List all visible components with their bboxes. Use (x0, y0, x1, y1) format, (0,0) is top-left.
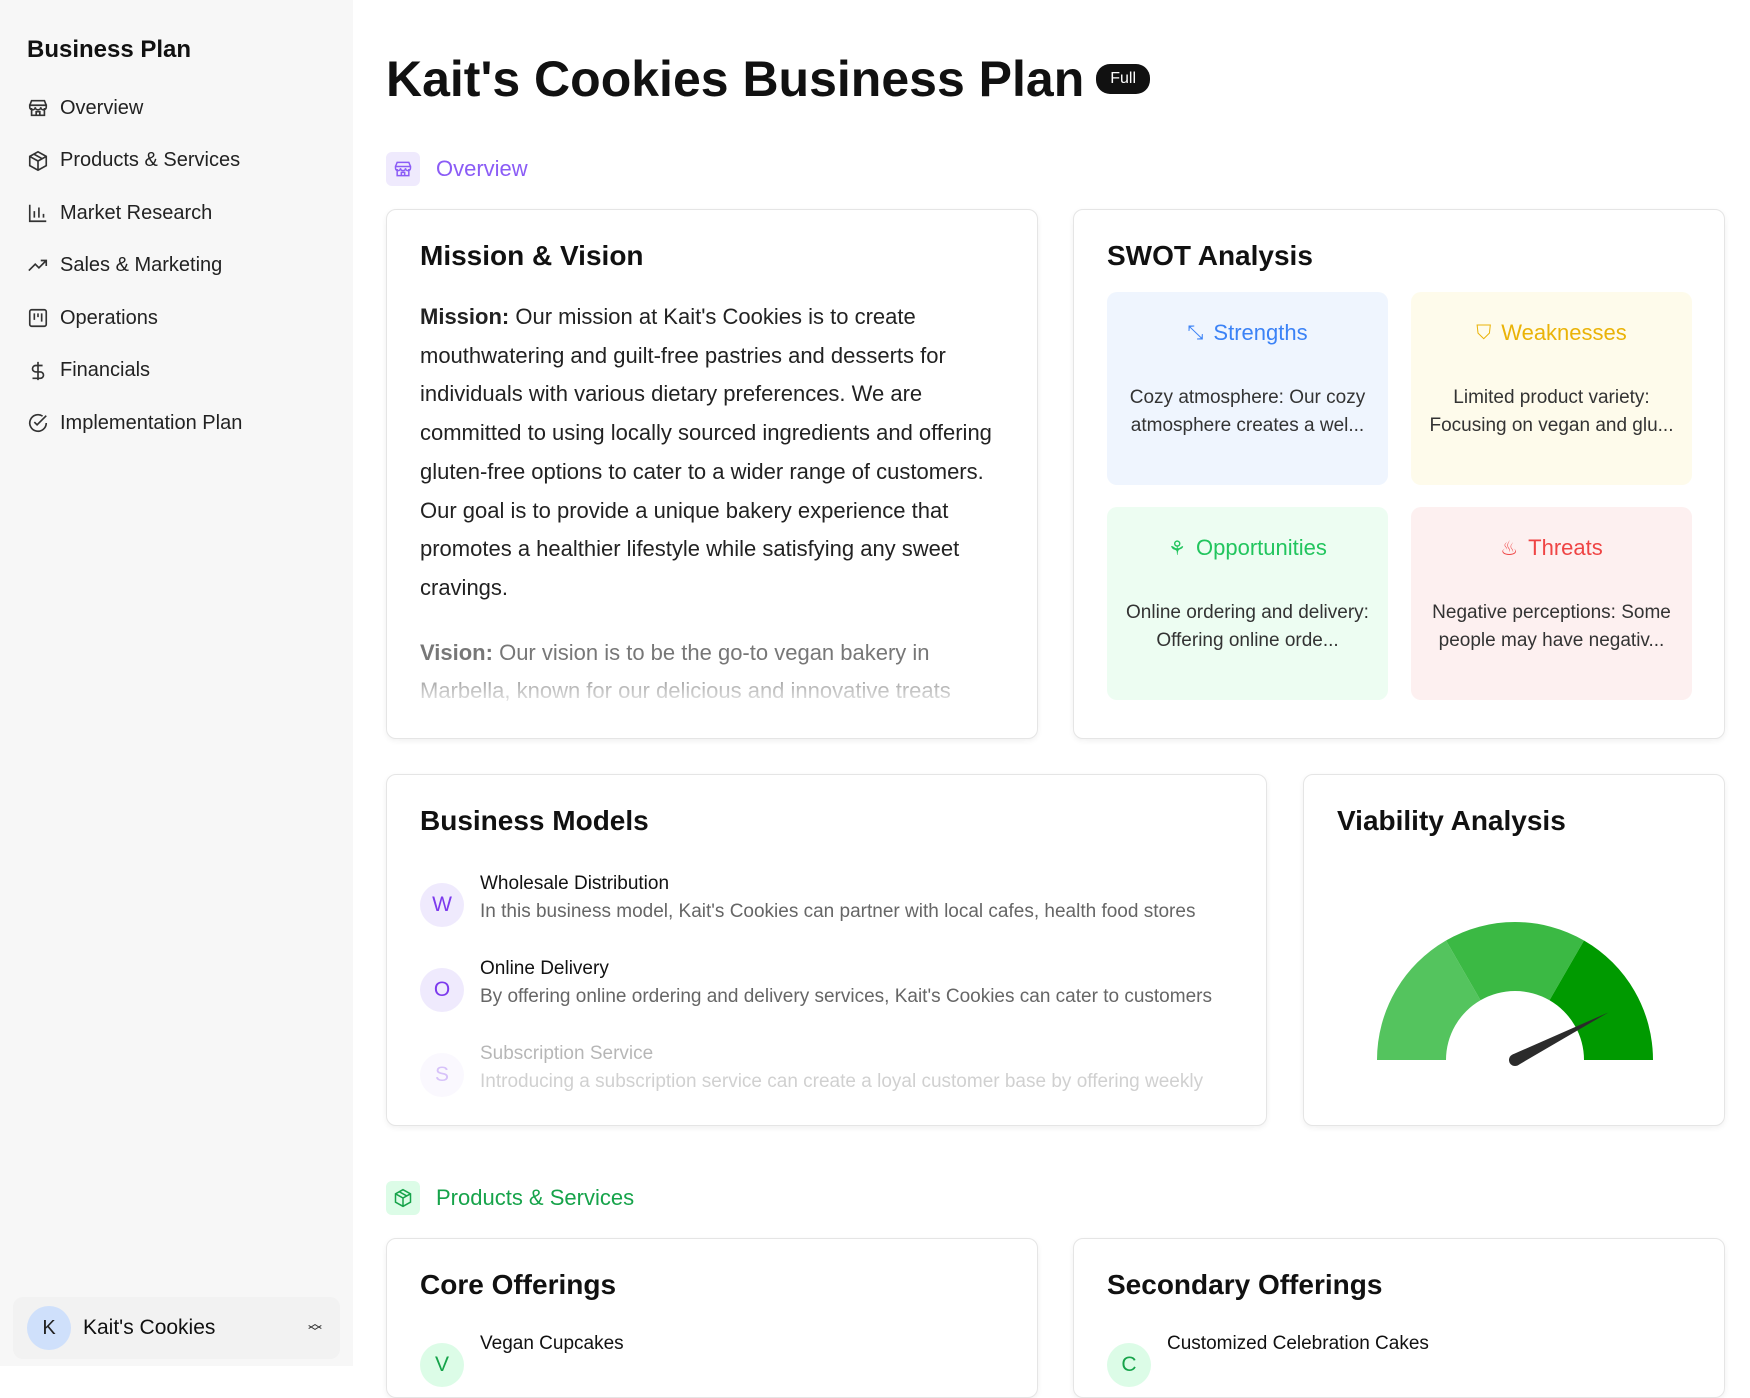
viability-card: Viability Analysis (1303, 774, 1725, 1126)
initial-avatar: W (420, 883, 464, 927)
swot-weaknesses[interactable]: ⛉ Weaknesses Limited product variety: Foc… (1411, 292, 1692, 485)
sidebar-item-label: Products & Services (60, 149, 241, 172)
swot-threats[interactable]: ♨ Threats Negative perceptions: Some peop… (1411, 507, 1692, 700)
vision-label: Vision: (420, 639, 493, 665)
section-title: Products & Services (436, 1185, 635, 1210)
item-name: Subscription Service (480, 1043, 654, 1064)
sidebar-item-overview[interactable]: Overview (27, 82, 242, 135)
sidebar-item-label: Implementation Plan (60, 411, 243, 434)
section-overview: Overview (386, 152, 528, 186)
secondary-offerings-card: Secondary Offerings C Customized Celebrat… (1073, 1238, 1725, 1398)
item-name: Customized Celebration Cakes (1167, 1333, 1429, 1354)
sidebar-item-operations[interactable]: Operations (27, 292, 242, 345)
sidebar: Business Plan Overview Products & Servic… (0, 0, 353, 1366)
swot-label: Threats (1528, 535, 1603, 560)
sidebar-nav: Overview Products & Services Market Rese… (27, 82, 242, 450)
list-item[interactable]: C Customized Celebration Cakes (1107, 1333, 1724, 1387)
gauge-needle-hub (1509, 1054, 1521, 1066)
sidebar-item-market-research[interactable]: Market Research (27, 187, 242, 240)
initial-avatar: O (420, 968, 464, 1012)
sidebar-item-label: Financials (60, 359, 151, 382)
swot-label: Strengths (1213, 320, 1308, 345)
page-title-text: Kait's Cookies Business Plan (386, 51, 1085, 107)
sidebar-item-label: Sales & Marketing (60, 254, 223, 277)
swot-label: Opportunities (1196, 535, 1327, 560)
shield-off-icon: ⛉ (1476, 321, 1492, 344)
package-icon (386, 1181, 420, 1215)
sidebar-item-sales[interactable]: Sales & Marketing (27, 240, 242, 293)
plan-badge: Full (1096, 64, 1151, 94)
swot-label: Weaknesses (1501, 320, 1627, 345)
card-title: Viability Analysis (1337, 805, 1566, 836)
bar-chart-icon (28, 205, 47, 223)
check-circle-icon (28, 414, 48, 433)
swot-text: Cozy atmosphere: Our cozy atmosphere cre… (1129, 387, 1366, 436)
dumbbell-icon: ⤡ (1187, 321, 1204, 344)
card-title: Secondary Offerings (1107, 1269, 1383, 1300)
kanban-icon (28, 309, 48, 328)
list-item[interactable]: O Online Delivery By offering online order… (420, 958, 1230, 1012)
initial-avatar: C (1107, 1343, 1151, 1387)
card-title: SWOT Analysis (1107, 240, 1313, 271)
item-desc: By offering online ordering and delivery… (480, 986, 1212, 1007)
card-title: Mission & Vision (420, 240, 644, 271)
swot-strengths[interactable]: ⤡ Strengths Cozy atmosphere: Our cozy atm… (1107, 292, 1388, 485)
dollar-icon (31, 361, 45, 380)
sidebar-item-label: Market Research (60, 201, 213, 224)
mission-body: Our mission at Kait's Cookies is to crea… (420, 304, 992, 600)
initial-avatar: V (420, 1343, 464, 1387)
sprout-icon: ⚘ (1168, 537, 1187, 560)
avatar: K (27, 1306, 71, 1350)
sidebar-title: Business Plan (27, 36, 192, 63)
item-name: Vegan Cupcakes (480, 1333, 624, 1354)
swot-text: Online ordering and delivery: Offering o… (1126, 602, 1369, 651)
viability-gauge (1377, 922, 1653, 1066)
flame-icon: ♨ (1500, 537, 1519, 560)
initial-avatar: S (420, 1053, 464, 1097)
mission-vision-card: Mission & Vision Mission: Our mission at… (386, 209, 1038, 739)
item-desc: In this business model, Kait's Cookies c… (480, 901, 1196, 922)
list-item[interactable]: W Wholesale Distribution In this business … (420, 873, 1230, 927)
item-desc: Introducing a subscription service can c… (480, 1071, 1204, 1092)
item-name: Online Delivery (480, 958, 609, 979)
swot-text: Negative perceptions: Some people may ha… (1432, 602, 1671, 651)
item-name: Wholesale Distribution (480, 873, 670, 894)
trending-up-icon (28, 259, 48, 271)
section-products: Products & Services (386, 1181, 634, 1215)
vision-body: Our vision is to be the go-to vegan bake… (420, 639, 951, 704)
sidebar-item-label: Operations (60, 306, 158, 329)
store-icon (28, 100, 48, 117)
section-title: Overview (436, 156, 528, 181)
sidebar-item-implementation[interactable]: Implementation Plan (27, 397, 242, 450)
list-item[interactable]: V Vegan Cupcakes (420, 1333, 1037, 1387)
page-title: Kait's Cookies Business Plan Full (386, 50, 1151, 108)
mission-text: Mission: Our mission at Kait's Cookies i… (420, 298, 1010, 711)
core-offerings-card: Core Offerings V Vegan Cupcakes (386, 1238, 1038, 1398)
swot-opportunities[interactable]: ⚘ Opportunities Online ordering and deliv… (1107, 507, 1388, 700)
account-switcher[interactable]: K Kait's Cookies ︿ ﹀ (13, 1297, 340, 1359)
package-icon (28, 150, 48, 171)
swot-card: SWOT Analysis ⤡ Strengths Cozy atmosphere… (1073, 209, 1725, 739)
card-title: Core Offerings (420, 1269, 617, 1300)
card-title: Business Models (420, 805, 649, 836)
sidebar-item-financials[interactable]: Financials (27, 345, 242, 398)
account-name: Kait's Cookies (83, 1316, 216, 1339)
mission-label: Mission: (420, 304, 510, 329)
sidebar-item-label: Overview (60, 96, 144, 119)
business-models-card: Business Models W Wholesale Distribution I… (386, 774, 1267, 1126)
chevron-up-down-icon: ︿ ﹀ (308, 1315, 322, 1340)
swot-text: Limited product variety: Focusing on veg… (1429, 387, 1674, 436)
sidebar-item-products[interactable]: Products & Services (27, 135, 242, 188)
store-icon (386, 152, 420, 186)
list-item[interactable]: S Subscription Service Introducing a subsc… (420, 1043, 1230, 1097)
